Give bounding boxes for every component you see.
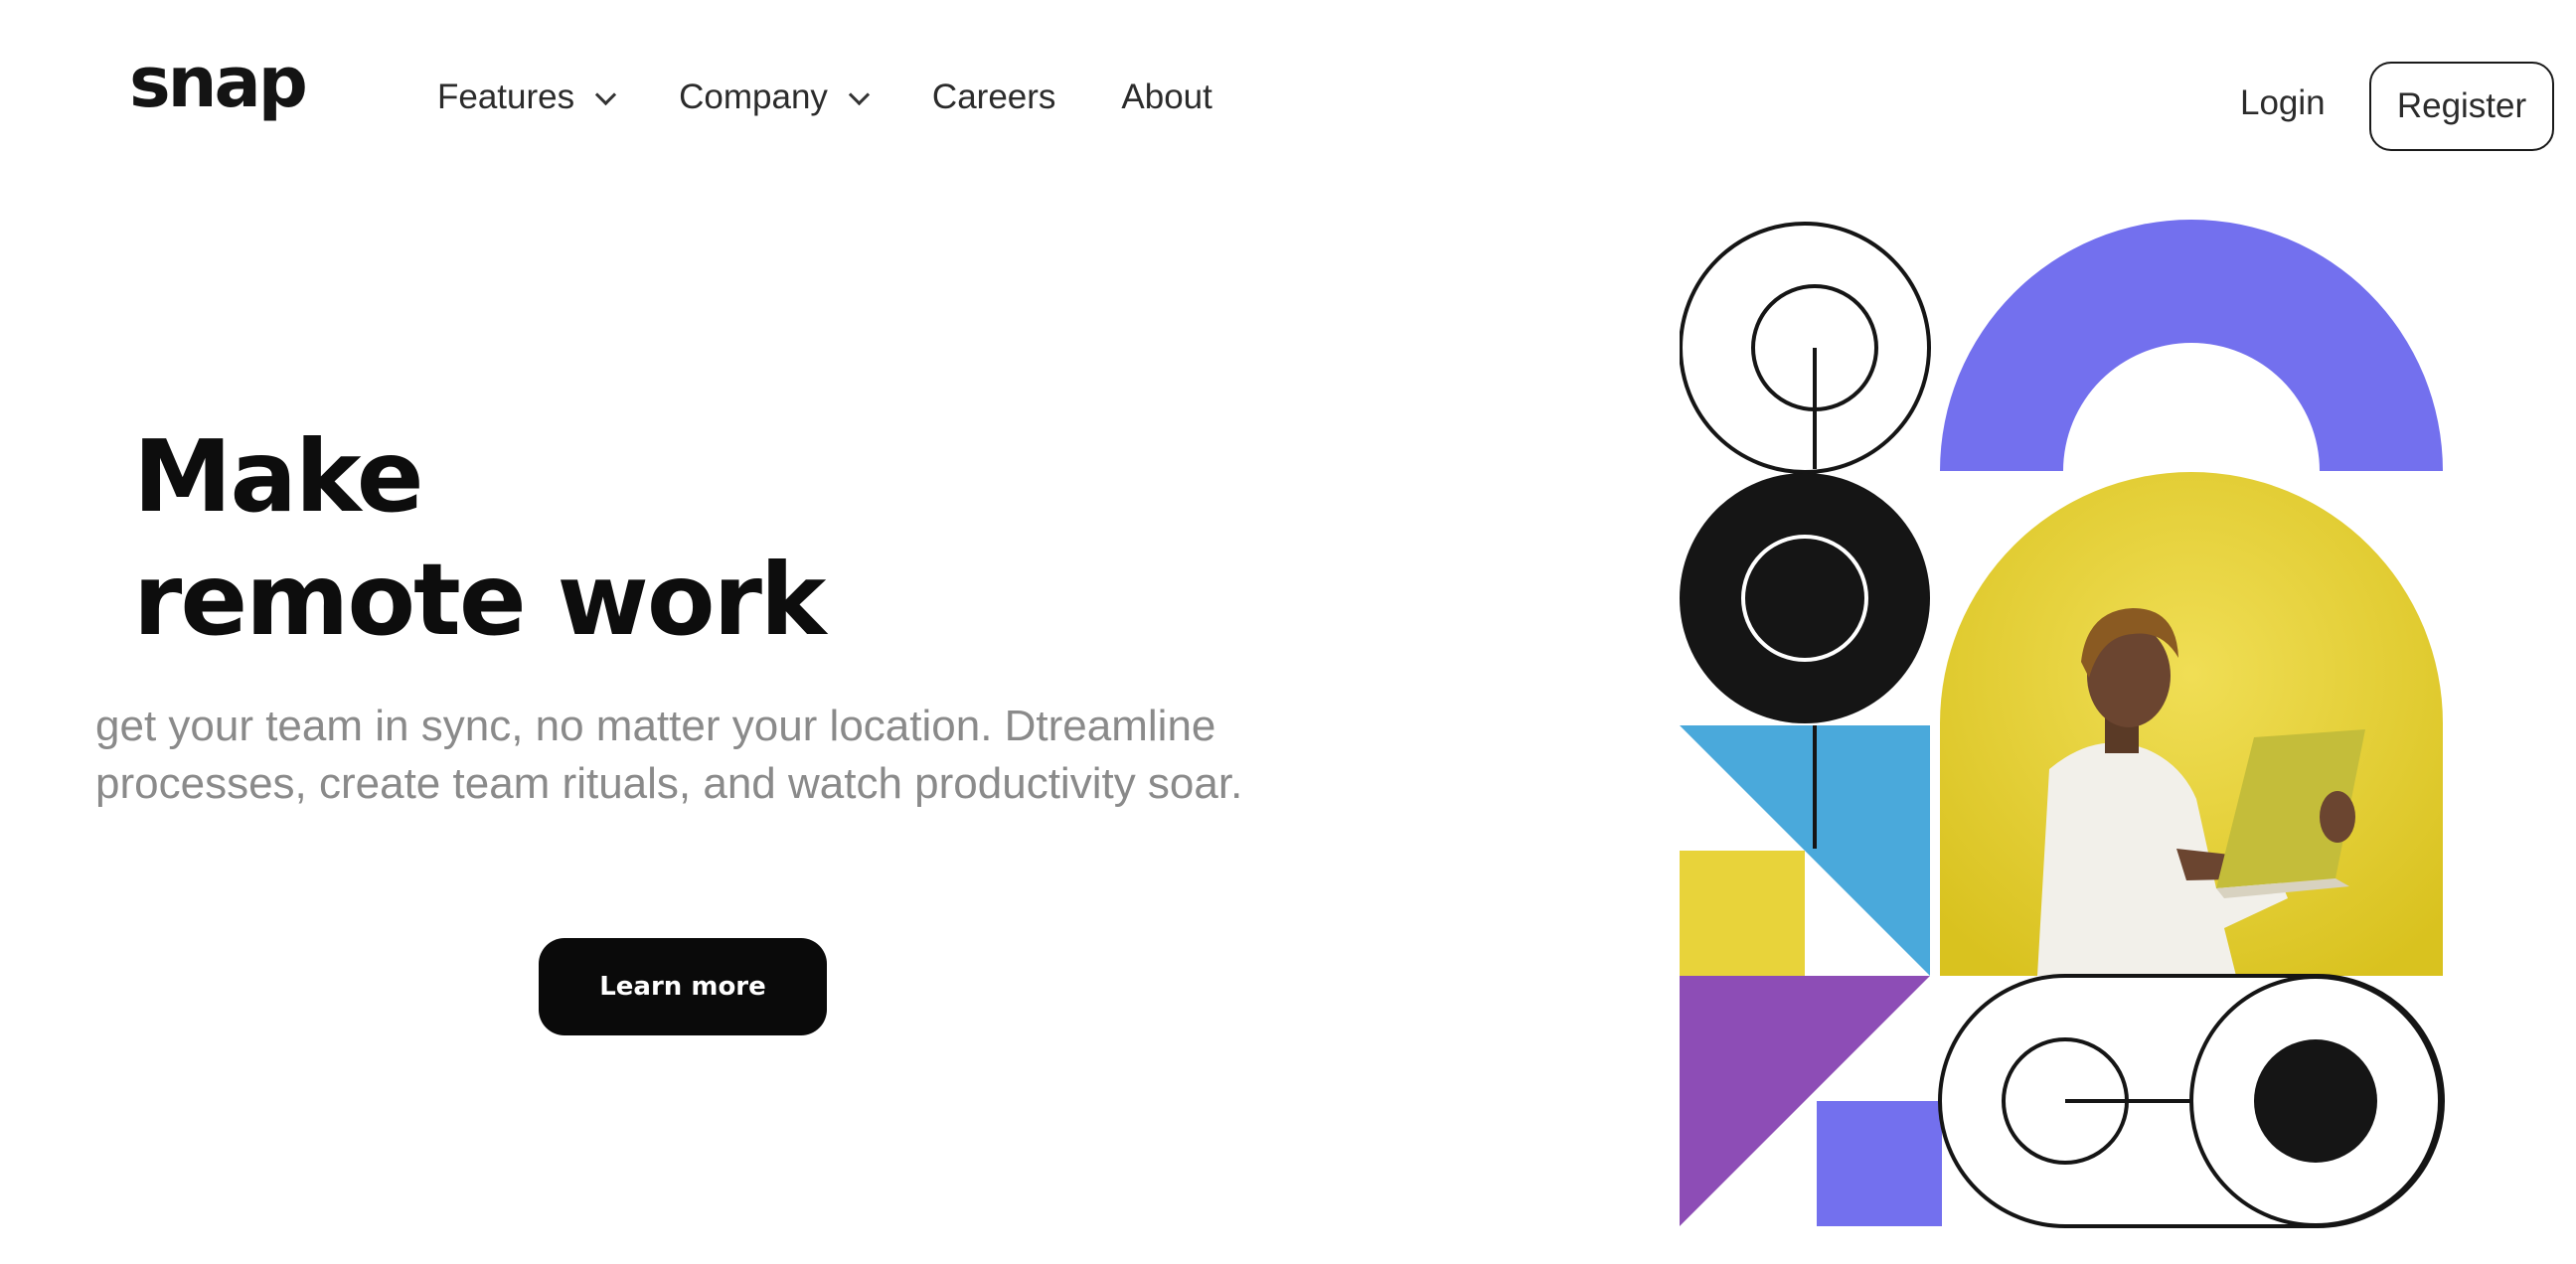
hero-illustration [1680,213,2455,1236]
nav-item-label: Company [679,78,828,116]
snap-logo[interactable]: snap [129,48,308,117]
black-circle [1680,473,1930,723]
yellow-square [1680,851,1805,976]
nav-item-company[interactable]: Company [679,78,871,117]
hero-description: get your team in sync, no matter your lo… [95,702,1243,808]
geometric-shapes-illustration [1680,220,2445,1228]
nav-item-label: Features [437,78,575,116]
login-link[interactable]: Login [2240,83,2326,123]
chevron-down-icon [595,83,617,105]
pill-shape [1938,974,2445,1228]
hero-title-line-2: remote work [133,542,826,658]
hero-title-line-1: Make [133,418,424,535]
main-nav: Features Company Careers About [437,78,1278,117]
hero-title: Make remote work [133,415,826,662]
chevron-down-icon [848,83,871,105]
register-button[interactable]: Register [2369,62,2554,151]
nav-item-label: Careers [931,78,1056,116]
learn-more-button[interactable]: Learn more [539,938,827,1035]
purple-square [1817,1101,1942,1226]
person-with-laptop-photo [1940,472,2443,976]
purple-arch-shape [1940,220,2443,471]
outlined-circle-top [1680,222,1931,474]
nav-item-label: About [1121,78,1212,116]
nav-item-features[interactable]: Features [437,78,617,117]
nav-item-about[interactable]: About [1121,78,1211,117]
nav-item-careers[interactable]: Careers [932,78,1055,117]
